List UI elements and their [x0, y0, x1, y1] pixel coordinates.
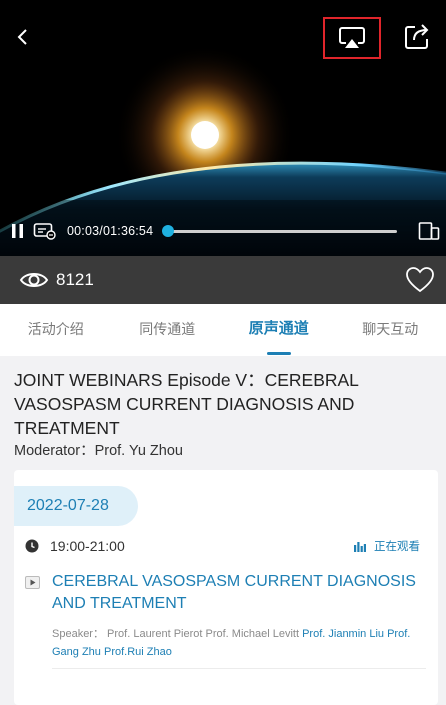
video-player[interactable]: 00:03/01:36:54 — [0, 0, 446, 256]
event-title: JOINT WEBINARS Episode V：CEREBRAL VASOSP… — [14, 370, 359, 438]
speaker-label: Speaker： — [52, 628, 104, 640]
session-card: 2022-07-28 19:00-21:00 正在观看 CEREBRAL VAS… — [14, 470, 438, 705]
session-title[interactable]: CEREBRAL VASOSPASM CURRENT DIAGNOSIS AND… — [52, 571, 432, 615]
session-speakers: Speaker： Prof. Laurent Pierot Prof. Mich… — [52, 625, 432, 661]
heart-icon — [406, 267, 434, 293]
caption-icon — [33, 223, 56, 240]
tab-activity-intro[interactable]: 活动介绍 — [0, 304, 112, 356]
caption-button[interactable] — [33, 222, 57, 240]
fullscreen-icon — [418, 222, 440, 240]
clock-icon — [25, 539, 39, 553]
fullscreen-button[interactable] — [418, 221, 440, 241]
tab-label: 聊天互动 — [362, 321, 419, 337]
views-bar: 8121 — [0, 256, 446, 304]
bars-icon — [354, 542, 366, 552]
speaker-names: Prof. Laurent Pierot Prof. Michael Levit… — [107, 628, 300, 640]
tab-bar: 活动介绍 同传通道 原声通道 聊天互动 — [0, 304, 446, 356]
playback-time: 00:03/01:36:54 — [67, 224, 153, 238]
session-time-range: 19:00-21:00 — [50, 538, 125, 554]
tab-label: 活动介绍 — [27, 321, 84, 337]
tab-label: 同传通道 — [139, 321, 196, 337]
share-icon — [405, 24, 429, 49]
airplay-icon — [339, 27, 365, 48]
tab-chat[interactable]: 聊天互动 — [335, 304, 446, 356]
airplay-button[interactable] — [323, 17, 381, 59]
event-moderator: Moderator：Prof. Yu Zhou — [14, 443, 183, 459]
current-time: 00:03 — [67, 224, 100, 238]
tab-original-channel[interactable]: 原声通道 — [223, 304, 335, 356]
player-controls: 00:03/01:36:54 — [0, 218, 446, 246]
duration: 01:36:54 — [102, 224, 154, 238]
progress-knob[interactable] — [162, 225, 175, 237]
speaker-name-highlight: Prof. Jianmin Liu — [302, 628, 385, 640]
views-count: 8121 — [56, 270, 94, 289]
tab-label: 原声通道 — [248, 320, 309, 337]
like-button[interactable] — [405, 266, 435, 294]
share-button[interactable] — [402, 22, 432, 52]
main-content: JOINT WEBINARS Episode V：CEREBRAL VASOSP… — [0, 356, 446, 705]
progress-bar[interactable] — [168, 230, 397, 233]
back-icon — [17, 29, 27, 45]
session-date: 2022-07-28 — [14, 486, 138, 526]
divider — [52, 668, 426, 669]
pause-button[interactable] — [11, 223, 25, 239]
pause-icon — [12, 224, 23, 238]
eye-icon — [19, 273, 49, 287]
video-play-icon — [25, 576, 40, 589]
active-tab-indicator — [266, 352, 291, 355]
watching-status: 正在观看 — [374, 541, 420, 553]
tab-interpretation-channel[interactable]: 同传通道 — [112, 304, 224, 356]
back-button[interactable] — [12, 22, 36, 52]
